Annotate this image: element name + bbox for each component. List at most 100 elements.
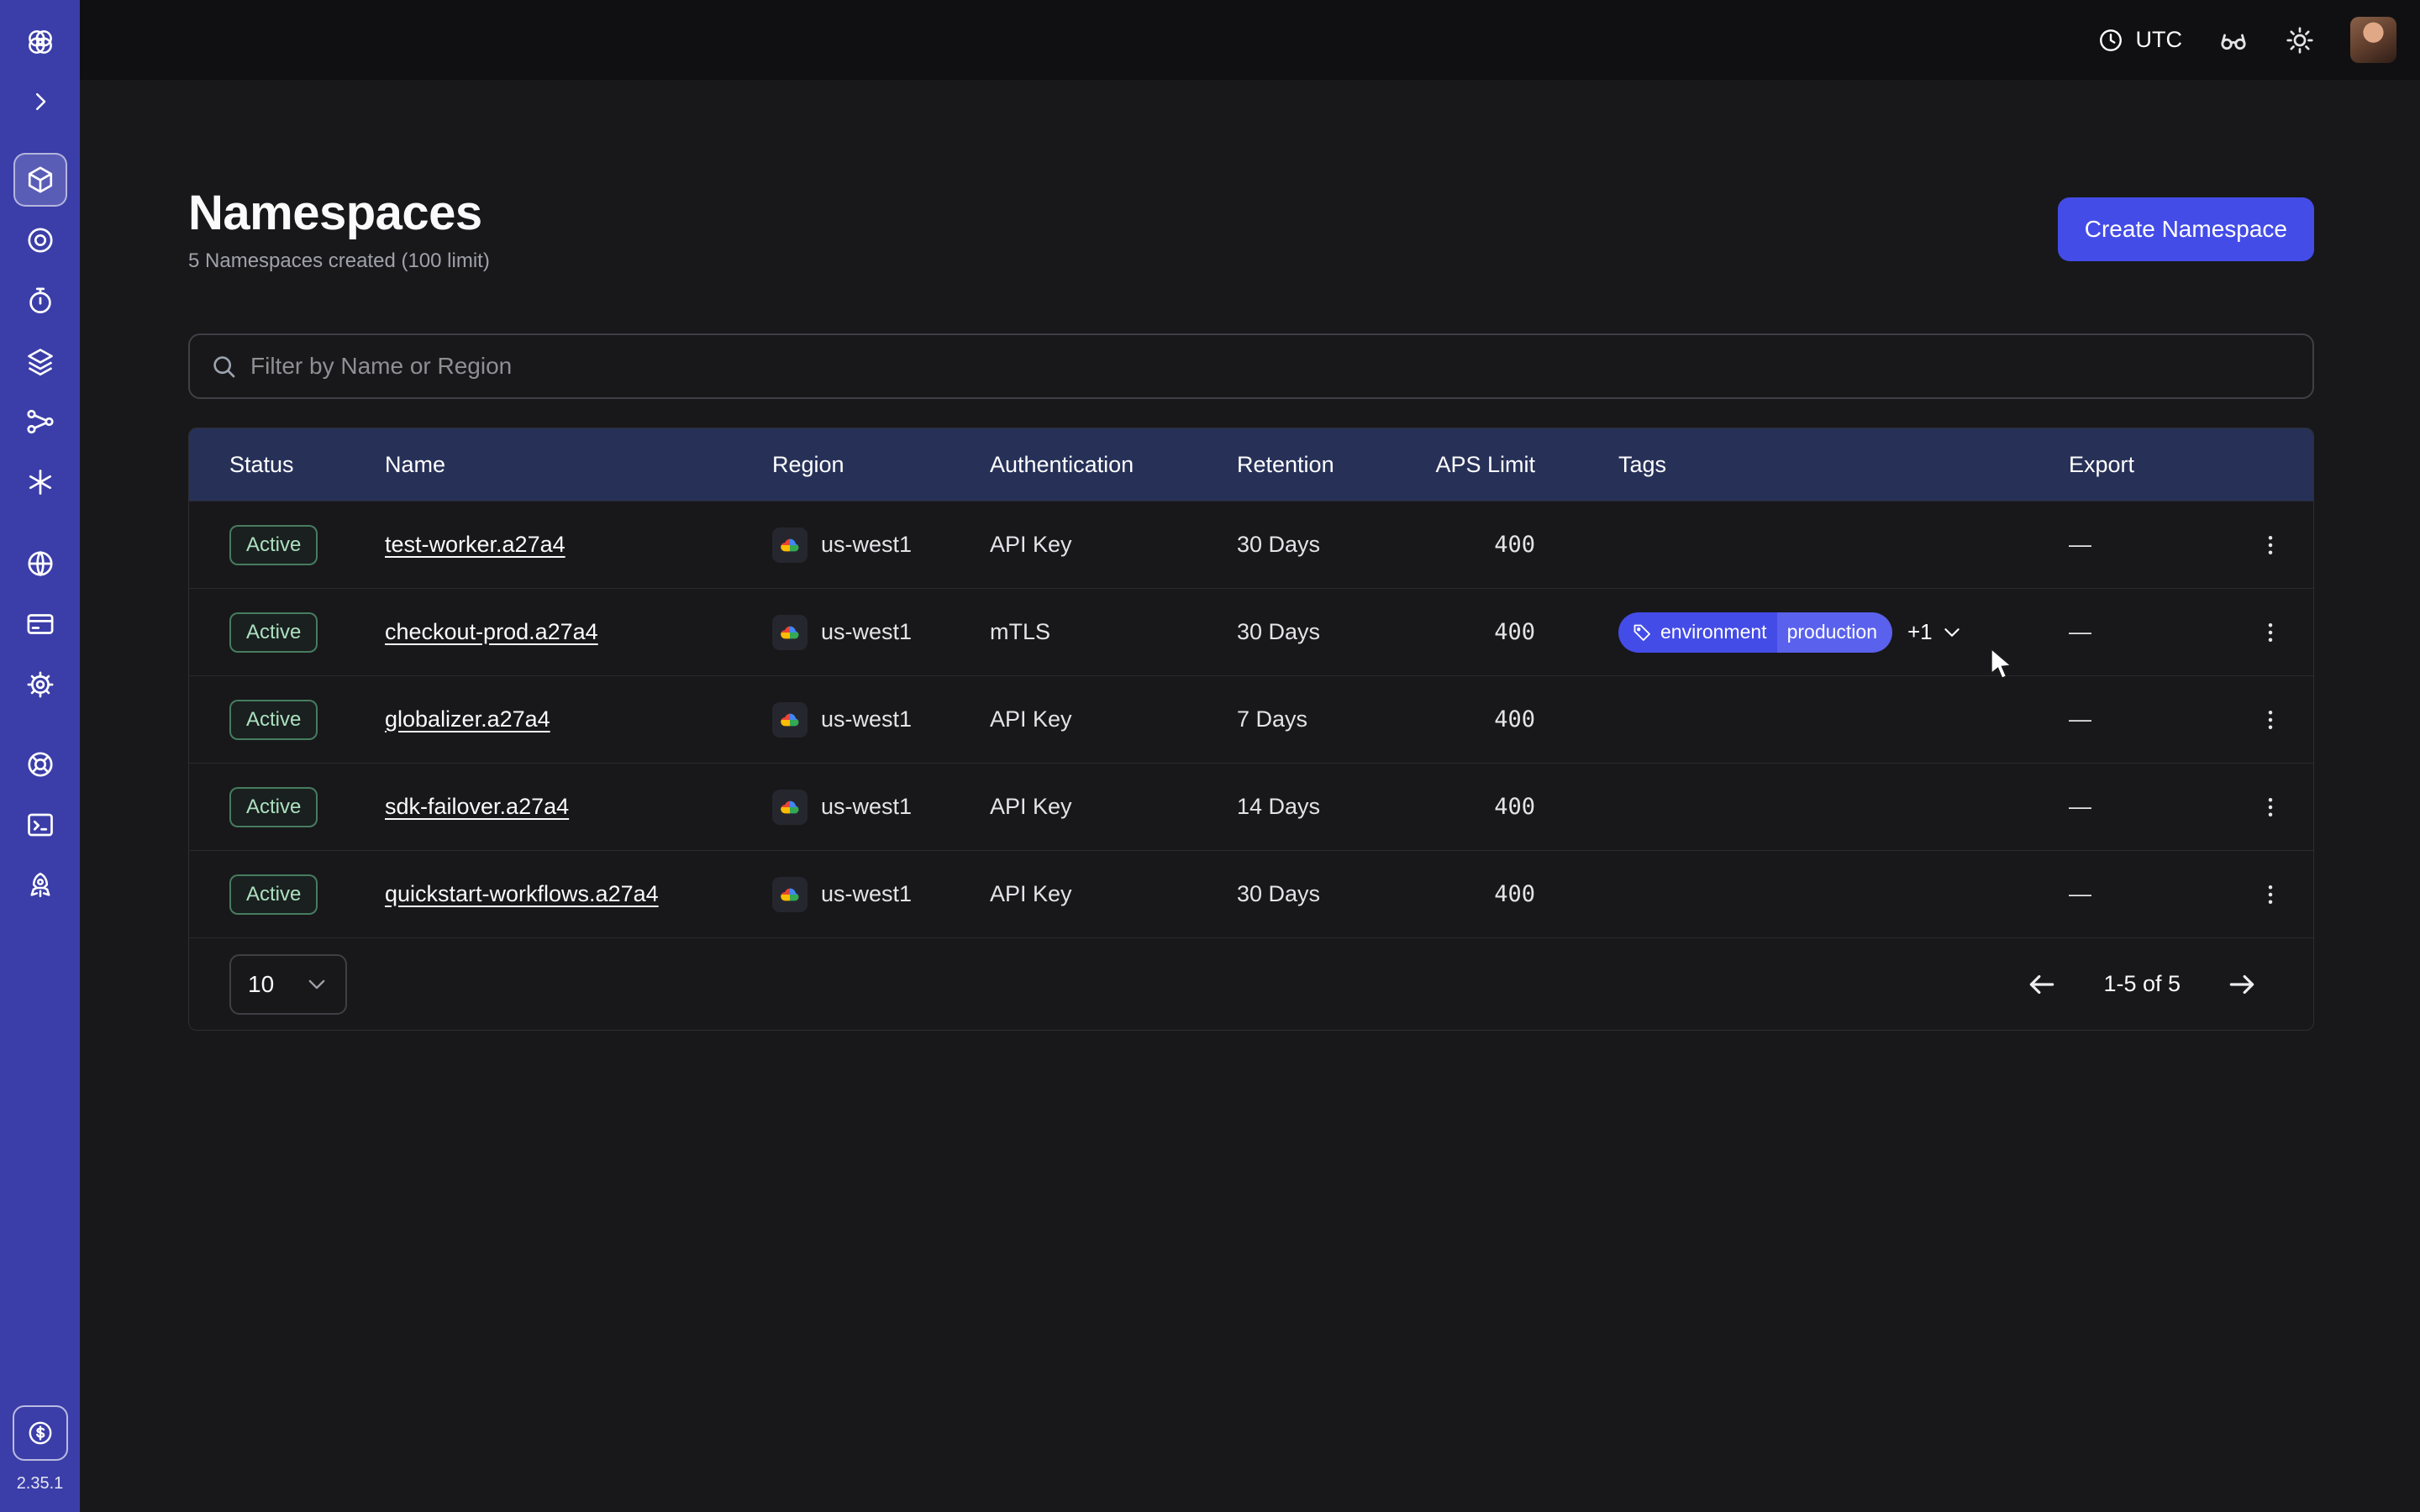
app-version: 2.35.1	[17, 1474, 64, 1494]
col-name: Name	[385, 452, 772, 478]
main-content: Namespaces 5 Namespaces created (100 lim…	[80, 80, 2420, 1512]
usage-dollar-icon	[26, 1419, 55, 1447]
sidebar-item-billing[interactable]	[13, 597, 67, 651]
tag-icon	[1632, 622, 1652, 643]
sidebar-item-support[interactable]	[13, 738, 67, 791]
sidebar-item-regions[interactable]	[13, 537, 67, 591]
arrow-left-icon	[2026, 969, 2058, 1000]
col-export: Export	[2069, 452, 2195, 478]
aps-value: 400	[1430, 619, 1535, 645]
retention-value: 30 Days	[1237, 619, 1430, 645]
sidebar-item-deployments[interactable]	[13, 334, 67, 388]
page-subtitle: 5 Namespaces created (100 limit)	[188, 249, 490, 273]
region-label: us-west1	[821, 619, 912, 645]
sidebar-nav-help	[13, 738, 67, 912]
export-value: —	[2069, 532, 2195, 558]
topbar: UTC	[80, 0, 2420, 80]
layers-icon	[25, 346, 55, 376]
next-page-button[interactable]	[2221, 963, 2263, 1005]
sidebar-item-workflows[interactable]	[13, 395, 67, 449]
auth-value: API Key	[990, 532, 1237, 558]
billing-card-icon	[25, 609, 55, 639]
sidebar-item-getting-started[interactable]	[13, 858, 67, 912]
sidebar-item-monitor[interactable]	[13, 213, 67, 267]
gear-icon	[25, 669, 55, 700]
page-header: Namespaces 5 Namespaces created (100 lim…	[188, 185, 2314, 273]
page-title: Namespaces	[188, 185, 490, 241]
sidebar-expand-button[interactable]	[13, 81, 67, 122]
tags-overflow-count: +1	[1907, 619, 1933, 645]
page-size-value: 10	[248, 971, 274, 998]
row-menu-button[interactable]	[2251, 875, 2290, 914]
retention-value: 14 Days	[1237, 794, 1430, 820]
export-value: —	[2069, 881, 2195, 907]
sidebar-item-nexus[interactable]	[13, 455, 67, 509]
retention-value: 30 Days	[1237, 532, 1430, 558]
temporal-logo[interactable]	[13, 22, 67, 62]
col-status: Status	[229, 452, 385, 478]
timezone-button[interactable]: UTC	[2097, 27, 2183, 54]
retention-value: 30 Days	[1237, 881, 1430, 907]
region-label: us-west1	[821, 532, 912, 558]
timezone-label: UTC	[2136, 27, 2183, 53]
region-label: us-west1	[821, 794, 912, 820]
create-namespace-button[interactable]: Create Namespace	[2058, 197, 2314, 261]
namespace-link[interactable]: test-worker.a27a4	[385, 532, 566, 558]
status-badge: Active	[229, 874, 318, 915]
tag-key: environment	[1660, 621, 1767, 643]
sidebar-nav-primary	[13, 153, 67, 509]
accessibility-button[interactable]	[2217, 24, 2249, 56]
tag-value: production	[1777, 612, 1892, 653]
lifebuoy-icon	[25, 749, 55, 780]
gcp-cloud-icon	[772, 615, 808, 650]
usage-button[interactable]	[13, 1405, 68, 1461]
namespace-link[interactable]: sdk-failover.a27a4	[385, 794, 569, 820]
gcp-cloud-icon	[772, 528, 808, 563]
clock-icon	[2097, 27, 2124, 54]
region-label: us-west1	[821, 881, 912, 907]
sidebar-item-docs[interactable]	[13, 798, 67, 852]
sidebar-item-namespaces[interactable]	[13, 153, 67, 207]
row-menu-button[interactable]	[2251, 701, 2290, 739]
namespace-link[interactable]: checkout-prod.a27a4	[385, 619, 598, 645]
sidebar-item-settings[interactable]	[13, 658, 67, 711]
chevron-down-icon	[1941, 622, 1963, 643]
aps-value: 400	[1430, 532, 1535, 558]
row-menu-button[interactable]	[2251, 613, 2290, 652]
auth-value: API Key	[990, 706, 1237, 732]
gcp-cloud-icon	[772, 877, 808, 912]
col-aps-limit: APS Limit	[1430, 452, 1535, 478]
table-row: Active test-worker.a27a4 us-west1 API Ke…	[189, 501, 2313, 588]
tags-overflow-button[interactable]: +1	[1907, 619, 1963, 645]
table-row: Active checkout-prod.a27a4 us-west1 mTLS…	[189, 588, 2313, 675]
auth-value: API Key	[990, 794, 1237, 820]
temporal-logo-icon	[25, 27, 55, 57]
filter-input[interactable]	[250, 353, 2292, 380]
target-icon	[25, 225, 55, 255]
table-header: Status Name Region Authentication Retent…	[189, 428, 2313, 501]
cube-icon	[25, 165, 55, 195]
namespace-link[interactable]: globalizer.a27a4	[385, 706, 550, 732]
globe-icon	[25, 549, 55, 579]
aps-value: 400	[1430, 794, 1535, 820]
gcp-cloud-icon	[772, 790, 808, 825]
table-footer: 10 1-5 of 5	[189, 937, 2313, 1030]
export-value: —	[2069, 706, 2195, 732]
namespace-link[interactable]: quickstart-workflows.a27a4	[385, 881, 659, 907]
previous-page-button[interactable]	[2021, 963, 2063, 1005]
col-retention: Retention	[1237, 452, 1430, 478]
branch-icon	[25, 407, 55, 437]
avatar[interactable]	[2350, 17, 2396, 63]
terminal-icon	[25, 810, 55, 840]
table-row: Active globalizer.a27a4 us-west1 API Key…	[189, 675, 2313, 763]
row-menu-button[interactable]	[2251, 526, 2290, 564]
asterisk-icon	[25, 467, 55, 497]
aps-value: 400	[1430, 706, 1535, 732]
page-size-select[interactable]: 10	[229, 954, 347, 1015]
sidebar-item-schedules[interactable]	[13, 274, 67, 328]
col-tags: Tags	[1535, 452, 2069, 478]
pager-range: 1-5 of 5	[2103, 971, 2181, 997]
row-menu-button[interactable]	[2251, 788, 2290, 827]
namespaces-table: Status Name Region Authentication Retent…	[188, 428, 2314, 1031]
theme-toggle-button[interactable]	[2285, 25, 2315, 55]
